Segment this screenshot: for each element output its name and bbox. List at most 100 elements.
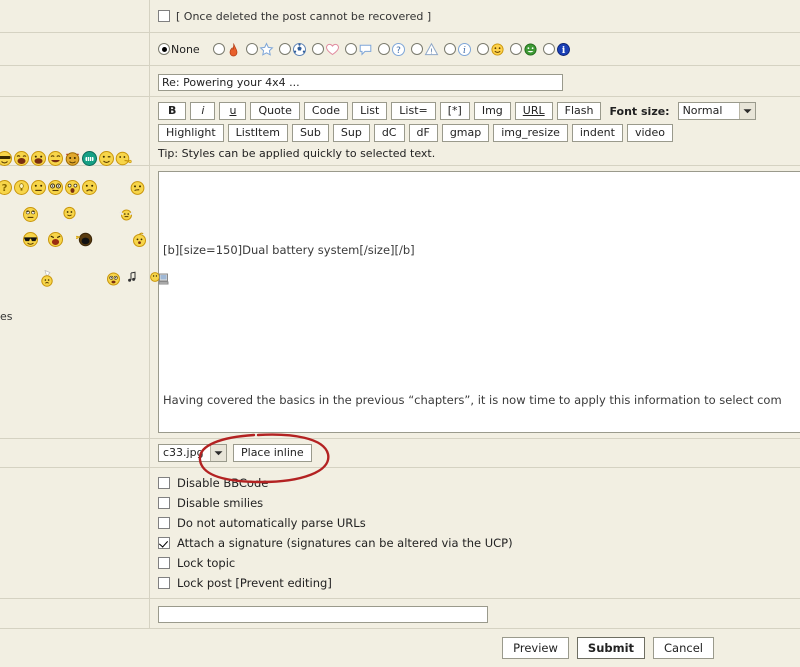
attachment-file-select[interactable]: c33.jpg bbox=[158, 444, 227, 462]
post-icon-option-soccer[interactable] bbox=[278, 42, 307, 57]
shouting-icon[interactable] bbox=[75, 231, 93, 248]
preview-button[interactable]: Preview bbox=[502, 637, 569, 659]
rolleyes-icon[interactable] bbox=[22, 206, 39, 223]
radio-star[interactable] bbox=[245, 43, 258, 55]
radio-warning[interactable] bbox=[410, 43, 423, 55]
more-smilies-label[interactable]: es bbox=[0, 310, 13, 323]
bottom-text-input[interactable] bbox=[158, 606, 488, 623]
lock-topic-checkbox[interactable] bbox=[158, 557, 170, 569]
radio-smiley-green[interactable] bbox=[509, 43, 522, 55]
radio-soccer[interactable] bbox=[278, 43, 291, 55]
shocked-icon[interactable] bbox=[64, 179, 81, 196]
bbcode-sup-button[interactable]: Sup bbox=[332, 124, 370, 142]
music-notes-icon[interactable] bbox=[126, 270, 143, 287]
bbcode-listitem-button[interactable]: ListItem bbox=[227, 124, 288, 142]
info-italic-icon[interactable]: i bbox=[457, 42, 472, 57]
praying-icon[interactable] bbox=[61, 206, 78, 223]
bbcode-dc-button[interactable]: dC bbox=[373, 124, 405, 142]
bbcode-sub-button[interactable]: Sub bbox=[291, 124, 329, 142]
radio-question[interactable] bbox=[377, 43, 390, 55]
question-smiley-icon[interactable]: ? bbox=[0, 179, 13, 196]
bbcode-img-button[interactable]: Img bbox=[473, 102, 511, 120]
post-icon-option-fire[interactable] bbox=[212, 42, 241, 57]
neutral-icon[interactable] bbox=[30, 179, 47, 196]
submit-button[interactable]: Submit bbox=[576, 637, 646, 659]
grin-icon[interactable] bbox=[30, 150, 47, 167]
radio-heart[interactable] bbox=[311, 43, 324, 55]
info-blue-icon[interactable]: i bbox=[556, 42, 571, 57]
bbcode-indent-button[interactable]: indent bbox=[571, 124, 623, 142]
post-icon-option-speech[interactable] bbox=[344, 42, 373, 57]
post-icon-option-info-italic[interactable]: i bbox=[443, 42, 472, 57]
option-do-not-parse-urls[interactable]: Do not automatically parse URLs bbox=[158, 513, 800, 533]
bbcode-flash-button[interactable]: Flash bbox=[556, 102, 602, 120]
bbcode-list-item-button[interactable]: [*] bbox=[439, 102, 470, 120]
subject-input[interactable] bbox=[158, 74, 563, 91]
singing-icon[interactable] bbox=[105, 270, 122, 287]
delete-notice-line[interactable]: [ Once deleted the post cannot be recove… bbox=[158, 5, 800, 27]
post-icon-option-question[interactable]: ? bbox=[377, 42, 406, 57]
whistle-icon[interactable] bbox=[131, 231, 148, 248]
disable-smilies-checkbox[interactable] bbox=[158, 497, 170, 509]
option-attach-signature[interactable]: Attach a signature (signatures can be al… bbox=[158, 533, 800, 553]
post-icon-option-info-blue[interactable]: i bbox=[542, 42, 571, 57]
do-not-parse-urls-checkbox[interactable] bbox=[158, 517, 170, 529]
star-icon[interactable] bbox=[259, 41, 274, 57]
option-lock-post[interactable]: Lock post [Prevent editing] bbox=[158, 573, 800, 593]
post-icon-option-warning[interactable]: ! bbox=[410, 42, 439, 57]
post-icon-radio-group[interactable]: None ? ! i i bbox=[158, 38, 800, 60]
confused-icon[interactable] bbox=[129, 179, 146, 196]
post-icon-option-star[interactable] bbox=[245, 41, 274, 57]
sad-icon[interactable] bbox=[81, 179, 98, 196]
option-disable-smilies[interactable]: Disable smilies bbox=[158, 493, 800, 513]
post-icon-option-none[interactable]: None bbox=[158, 43, 208, 56]
smiley-yellow-icon[interactable] bbox=[490, 42, 505, 57]
bbcode-gmap-button[interactable]: gmap bbox=[441, 124, 490, 142]
biggrin-icon[interactable] bbox=[47, 150, 64, 167]
bbcode-img-resize-button[interactable]: img_resize bbox=[493, 124, 568, 142]
bbcode-code-button[interactable]: Code bbox=[303, 102, 349, 120]
fire-icon[interactable] bbox=[226, 42, 241, 57]
devil-icon[interactable] bbox=[64, 150, 81, 167]
post-icon-option-smiley-green[interactable] bbox=[509, 42, 538, 57]
radio-smiley-yellow[interactable] bbox=[476, 43, 489, 55]
font-size-select[interactable]: Normal bbox=[677, 102, 756, 120]
radio-fire[interactable] bbox=[212, 43, 225, 55]
option-lock-topic[interactable]: Lock topic bbox=[158, 553, 800, 573]
tongue-kiss-icon[interactable] bbox=[115, 150, 132, 167]
computer-icon[interactable] bbox=[149, 270, 169, 287]
place-inline-button[interactable]: Place inline bbox=[233, 444, 312, 462]
bbcode-df-button[interactable]: dF bbox=[408, 124, 438, 142]
bbcode-url-button[interactable]: URL bbox=[514, 102, 553, 120]
lock-post-checkbox[interactable] bbox=[158, 577, 170, 589]
soccer-ball-icon[interactable] bbox=[292, 42, 307, 57]
warning-triangle-icon[interactable]: ! bbox=[424, 42, 439, 57]
bbcode-quote-button[interactable]: Quote bbox=[250, 102, 300, 120]
alien-icon[interactable] bbox=[81, 150, 98, 167]
cancel-button[interactable]: Cancel bbox=[653, 637, 714, 659]
question-mark-icon[interactable]: ? bbox=[391, 42, 406, 57]
disable-bbcode-checkbox[interactable] bbox=[158, 477, 170, 489]
bbcode-video-button[interactable]: video bbox=[626, 124, 673, 142]
bbcode-highlight-button[interactable]: Highlight bbox=[158, 124, 224, 142]
option-disable-bbcode[interactable]: Disable BBCode bbox=[158, 473, 800, 493]
clapping-icon[interactable] bbox=[118, 206, 135, 223]
cool-icon[interactable] bbox=[0, 150, 13, 167]
delete-post-checkbox[interactable] bbox=[158, 10, 170, 22]
attach-signature-checkbox[interactable] bbox=[158, 537, 170, 549]
speech-bubble-icon[interactable] bbox=[358, 42, 373, 57]
bbcode-bold-button[interactable]: B bbox=[158, 102, 187, 120]
radio-none[interactable] bbox=[158, 43, 170, 55]
radio-speech[interactable] bbox=[344, 43, 357, 55]
heart-icon[interactable] bbox=[325, 42, 340, 57]
wink-icon[interactable] bbox=[98, 150, 115, 167]
laugh-icon[interactable] bbox=[13, 150, 30, 167]
tissue-cry-icon[interactable] bbox=[40, 269, 57, 287]
bbcode-italic-button[interactable]: i bbox=[190, 102, 216, 120]
idea-smiley-icon[interactable] bbox=[13, 179, 30, 196]
chevron-down-icon[interactable] bbox=[738, 103, 755, 119]
radio-info-blue[interactable] bbox=[542, 43, 555, 55]
bbcode-underline-button[interactable]: u bbox=[219, 102, 247, 120]
bbcode-list-button[interactable]: List bbox=[352, 102, 388, 120]
post-icon-option-heart[interactable] bbox=[311, 42, 340, 57]
